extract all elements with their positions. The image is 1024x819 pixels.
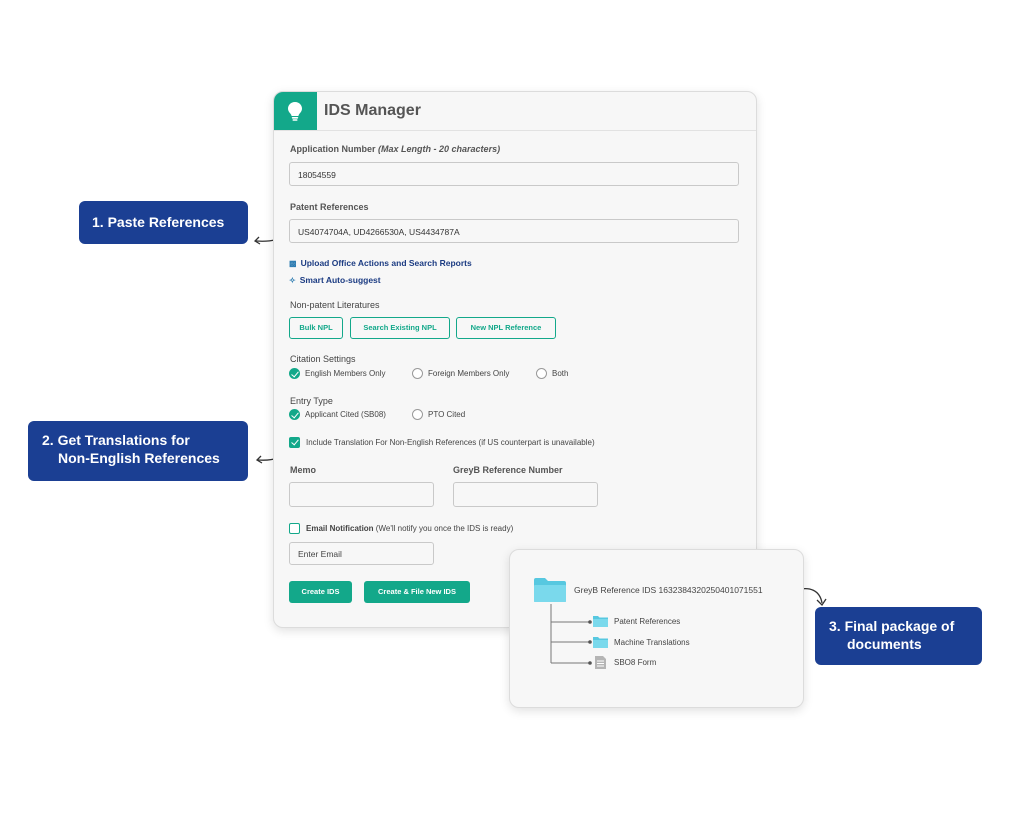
ids-manager-card: IDS Manager Application Number (Max Leng… — [273, 91, 757, 628]
translation-note: (if US counterpart is unavailable) — [478, 438, 595, 447]
create-file-ids-button[interactable]: Create & File New IDS — [364, 581, 470, 603]
upload-office-actions-link[interactable]: ▩ Upload Office Actions and Search Report… — [289, 258, 472, 268]
translation-label: Include Translation For Non-English Refe… — [306, 438, 595, 447]
callout-translate-line1: 2. Get Translations for — [42, 432, 190, 448]
callout-final-line1: 3. Final package of — [829, 618, 955, 634]
package-item-patent-references: Patent References — [614, 617, 681, 626]
email-input[interactable]: Enter Email — [289, 542, 434, 565]
callout-translate-line2: Non-English References — [58, 450, 220, 466]
callout-paste-references: 1. Paste References — [79, 201, 248, 244]
bulk-npl-button[interactable]: Bulk NPL — [289, 317, 343, 339]
app-logo — [274, 92, 317, 130]
magic-wand-icon: ✧ — [289, 276, 296, 285]
package-title: GreyB Reference IDS 16323843202504010715… — [574, 585, 763, 595]
radio-empty-icon — [412, 368, 423, 379]
folder-icon — [593, 637, 608, 648]
citation-settings-label: Citation Settings — [290, 354, 356, 364]
radio-english-label: English Members Only — [305, 369, 386, 378]
email-notification-note: (We'll notify you once the IDS is ready) — [375, 524, 514, 533]
folder-icon — [534, 578, 566, 602]
new-npl-reference-button[interactable]: New NPL Reference — [456, 317, 556, 339]
lightbulb-icon — [288, 102, 302, 121]
memo-label: Memo — [290, 465, 317, 475]
folder-icon — [593, 616, 608, 627]
document-icon — [595, 656, 606, 669]
callout-final-package: 3. Final package of documents — [815, 607, 982, 665]
package-item-sbo8-form: SBO8 Form — [614, 658, 657, 667]
application-number-label-text: Application Number — [290, 144, 376, 154]
radio-applicant-label: Applicant Cited (SB08) — [305, 410, 386, 419]
email-notification-label-text: Email Notification — [306, 524, 374, 533]
radio-foreign-members[interactable]: Foreign Members Only — [412, 368, 509, 380]
autosuggest-link-text: Smart Auto-suggest — [299, 275, 381, 285]
smart-autosuggest-link[interactable]: ✧ Smart Auto-suggest — [289, 275, 381, 285]
page-title: IDS Manager — [324, 102, 421, 119]
radio-english-members[interactable]: English Members Only — [289, 368, 385, 380]
email-notification-label: Email Notification (We'll notify you onc… — [306, 524, 513, 533]
greyb-reference-label: GreyB Reference Number — [453, 465, 563, 475]
memo-input[interactable] — [289, 482, 434, 507]
translation-label-text: Include Translation For Non-English Refe… — [306, 438, 477, 447]
search-existing-npl-button[interactable]: Search Existing NPL — [350, 317, 450, 339]
application-number-label: Application Number (Max Length - 20 char… — [290, 144, 500, 154]
package-item-machine-translations: Machine Translations — [614, 638, 690, 647]
patent-references-label: Patent References — [290, 202, 369, 212]
radio-pto-cited[interactable]: PTO Cited — [412, 409, 465, 421]
greyb-reference-input[interactable] — [453, 482, 598, 507]
translation-checkbox[interactable] — [289, 437, 300, 448]
final-package-card: GreyB Reference IDS 16323843202504010715… — [509, 549, 804, 708]
radio-pto-label: PTO Cited — [428, 410, 466, 419]
create-ids-button[interactable]: Create IDS — [289, 581, 352, 603]
patent-references-input[interactable]: US4074704A, UD4266530A, US4434787A — [289, 219, 739, 243]
radio-empty-icon — [412, 409, 423, 420]
callout-paste-text: 1. Paste References — [92, 214, 225, 230]
radio-empty-icon — [536, 368, 547, 379]
radio-applicant-cited[interactable]: Applicant Cited (SB08) — [289, 409, 386, 421]
callout-get-translations: 2. Get Translations for Non-English Refe… — [28, 421, 248, 481]
application-number-input[interactable]: 18054559 — [289, 162, 739, 186]
radio-both-label: Both — [552, 369, 569, 378]
entry-type-label: Entry Type — [290, 396, 333, 406]
npl-label: Non-patent Literatures — [290, 300, 380, 310]
radio-selected-icon — [289, 368, 300, 379]
application-number-hint: (Max Length - 20 characters) — [378, 144, 501, 154]
radio-foreign-label: Foreign Members Only — [428, 369, 510, 378]
radio-selected-icon — [289, 409, 300, 420]
callout-final-line2: documents — [847, 636, 922, 652]
card-header: IDS Manager — [274, 92, 756, 131]
upload-link-text: Upload Office Actions and Search Reports — [300, 258, 472, 268]
tree-lines — [550, 604, 592, 665]
folder-open-icon: ▩ — [289, 259, 297, 268]
email-notification-checkbox[interactable] — [289, 523, 300, 534]
radio-both[interactable]: Both — [536, 368, 568, 380]
